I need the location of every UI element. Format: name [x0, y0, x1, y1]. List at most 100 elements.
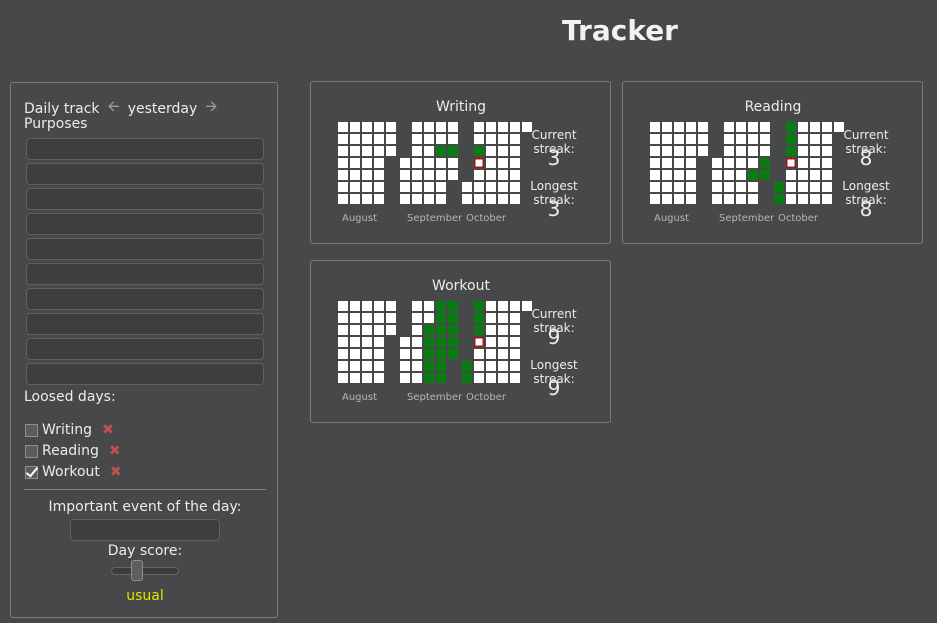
- day-cell[interactable]: [374, 361, 384, 371]
- day-cell[interactable]: [724, 170, 734, 180]
- day-cell[interactable]: [774, 194, 784, 204]
- day-cell[interactable]: [350, 313, 360, 323]
- day-cell[interactable]: [474, 134, 484, 144]
- day-cell[interactable]: [436, 349, 446, 359]
- day-cell[interactable]: [748, 134, 758, 144]
- day-cell[interactable]: [448, 146, 458, 156]
- day-cell[interactable]: [448, 122, 458, 132]
- day-cell[interactable]: [798, 170, 808, 180]
- purpose-input[interactable]: [26, 213, 264, 235]
- day-cell[interactable]: [650, 158, 660, 168]
- day-cell[interactable]: [436, 313, 446, 323]
- day-cell[interactable]: [798, 194, 808, 204]
- day-cell[interactable]: [350, 301, 360, 311]
- day-cell[interactable]: [338, 313, 348, 323]
- day-cell[interactable]: [412, 134, 422, 144]
- day-cell[interactable]: [350, 373, 360, 383]
- day-cell[interactable]: [698, 134, 708, 144]
- day-cell[interactable]: [436, 170, 446, 180]
- day-cell[interactable]: [486, 158, 496, 168]
- day-cell[interactable]: [362, 194, 372, 204]
- day-cell[interactable]: [798, 182, 808, 192]
- day-cell[interactable]: [474, 325, 484, 335]
- day-cell[interactable]: [662, 170, 672, 180]
- day-cell[interactable]: [386, 301, 396, 311]
- day-cell[interactable]: [686, 194, 696, 204]
- day-cell[interactable]: [374, 373, 384, 383]
- day-cell[interactable]: [724, 122, 734, 132]
- day-cell[interactable]: [400, 158, 410, 168]
- day-score-slider-thumb[interactable]: [131, 560, 143, 581]
- day-cell[interactable]: [412, 158, 422, 168]
- purpose-input[interactable]: [26, 188, 264, 210]
- day-cell[interactable]: [350, 337, 360, 347]
- day-cell[interactable]: [462, 182, 472, 192]
- day-cell[interactable]: [436, 158, 446, 168]
- today-cell[interactable]: [786, 158, 796, 168]
- day-cell[interactable]: [686, 122, 696, 132]
- today-cell[interactable]: [474, 337, 484, 347]
- day-cell[interactable]: [674, 146, 684, 156]
- day-cell[interactable]: [498, 373, 508, 383]
- day-cell[interactable]: [498, 122, 508, 132]
- today-cell[interactable]: [474, 158, 484, 168]
- day-cell[interactable]: [486, 182, 496, 192]
- day-cell[interactable]: [498, 313, 508, 323]
- day-cell[interactable]: [798, 158, 808, 168]
- day-cell[interactable]: [386, 122, 396, 132]
- day-cell[interactable]: [774, 182, 784, 192]
- day-cell[interactable]: [810, 146, 820, 156]
- day-cell[interactable]: [386, 325, 396, 335]
- day-cell[interactable]: [486, 337, 496, 347]
- day-cell[interactable]: [498, 182, 508, 192]
- day-cell[interactable]: [338, 349, 348, 359]
- day-cell[interactable]: [686, 134, 696, 144]
- day-cell[interactable]: [362, 349, 372, 359]
- day-cell[interactable]: [412, 170, 422, 180]
- day-cell[interactable]: [400, 182, 410, 192]
- purpose-input[interactable]: [26, 263, 264, 285]
- day-cell[interactable]: [674, 134, 684, 144]
- day-cell[interactable]: [374, 194, 384, 204]
- day-cell[interactable]: [698, 146, 708, 156]
- day-cell[interactable]: [686, 158, 696, 168]
- day-cell[interactable]: [412, 194, 422, 204]
- day-cell[interactable]: [374, 301, 384, 311]
- day-cell[interactable]: [448, 325, 458, 335]
- day-cell[interactable]: [350, 170, 360, 180]
- day-cell[interactable]: [724, 134, 734, 144]
- day-cell[interactable]: [424, 122, 434, 132]
- day-cell[interactable]: [338, 325, 348, 335]
- day-cell[interactable]: [386, 313, 396, 323]
- day-cell[interactable]: [736, 194, 746, 204]
- purpose-input[interactable]: [26, 238, 264, 260]
- day-cell[interactable]: [412, 313, 422, 323]
- day-cell[interactable]: [662, 134, 672, 144]
- day-cell[interactable]: [462, 361, 472, 371]
- day-cell[interactable]: [798, 134, 808, 144]
- day-cell[interactable]: [498, 325, 508, 335]
- day-cell[interactable]: [412, 182, 422, 192]
- day-cell[interactable]: [498, 349, 508, 359]
- day-cell[interactable]: [412, 325, 422, 335]
- day-cell[interactable]: [748, 170, 758, 180]
- day-cell[interactable]: [350, 182, 360, 192]
- day-cell[interactable]: [400, 373, 410, 383]
- day-cell[interactable]: [786, 134, 796, 144]
- day-cell[interactable]: [786, 194, 796, 204]
- day-cell[interactable]: [474, 194, 484, 204]
- day-cell[interactable]: [338, 373, 348, 383]
- day-cell[interactable]: [786, 146, 796, 156]
- day-cell[interactable]: [374, 325, 384, 335]
- day-cell[interactable]: [424, 170, 434, 180]
- day-cell[interactable]: [736, 134, 746, 144]
- purpose-input[interactable]: [26, 338, 264, 360]
- day-cell[interactable]: [486, 349, 496, 359]
- day-cell[interactable]: [748, 122, 758, 132]
- day-cell[interactable]: [436, 194, 446, 204]
- day-cell[interactable]: [424, 325, 434, 335]
- day-cell[interactable]: [350, 134, 360, 144]
- day-cell[interactable]: [662, 158, 672, 168]
- day-cell[interactable]: [486, 194, 496, 204]
- day-cell[interactable]: [448, 313, 458, 323]
